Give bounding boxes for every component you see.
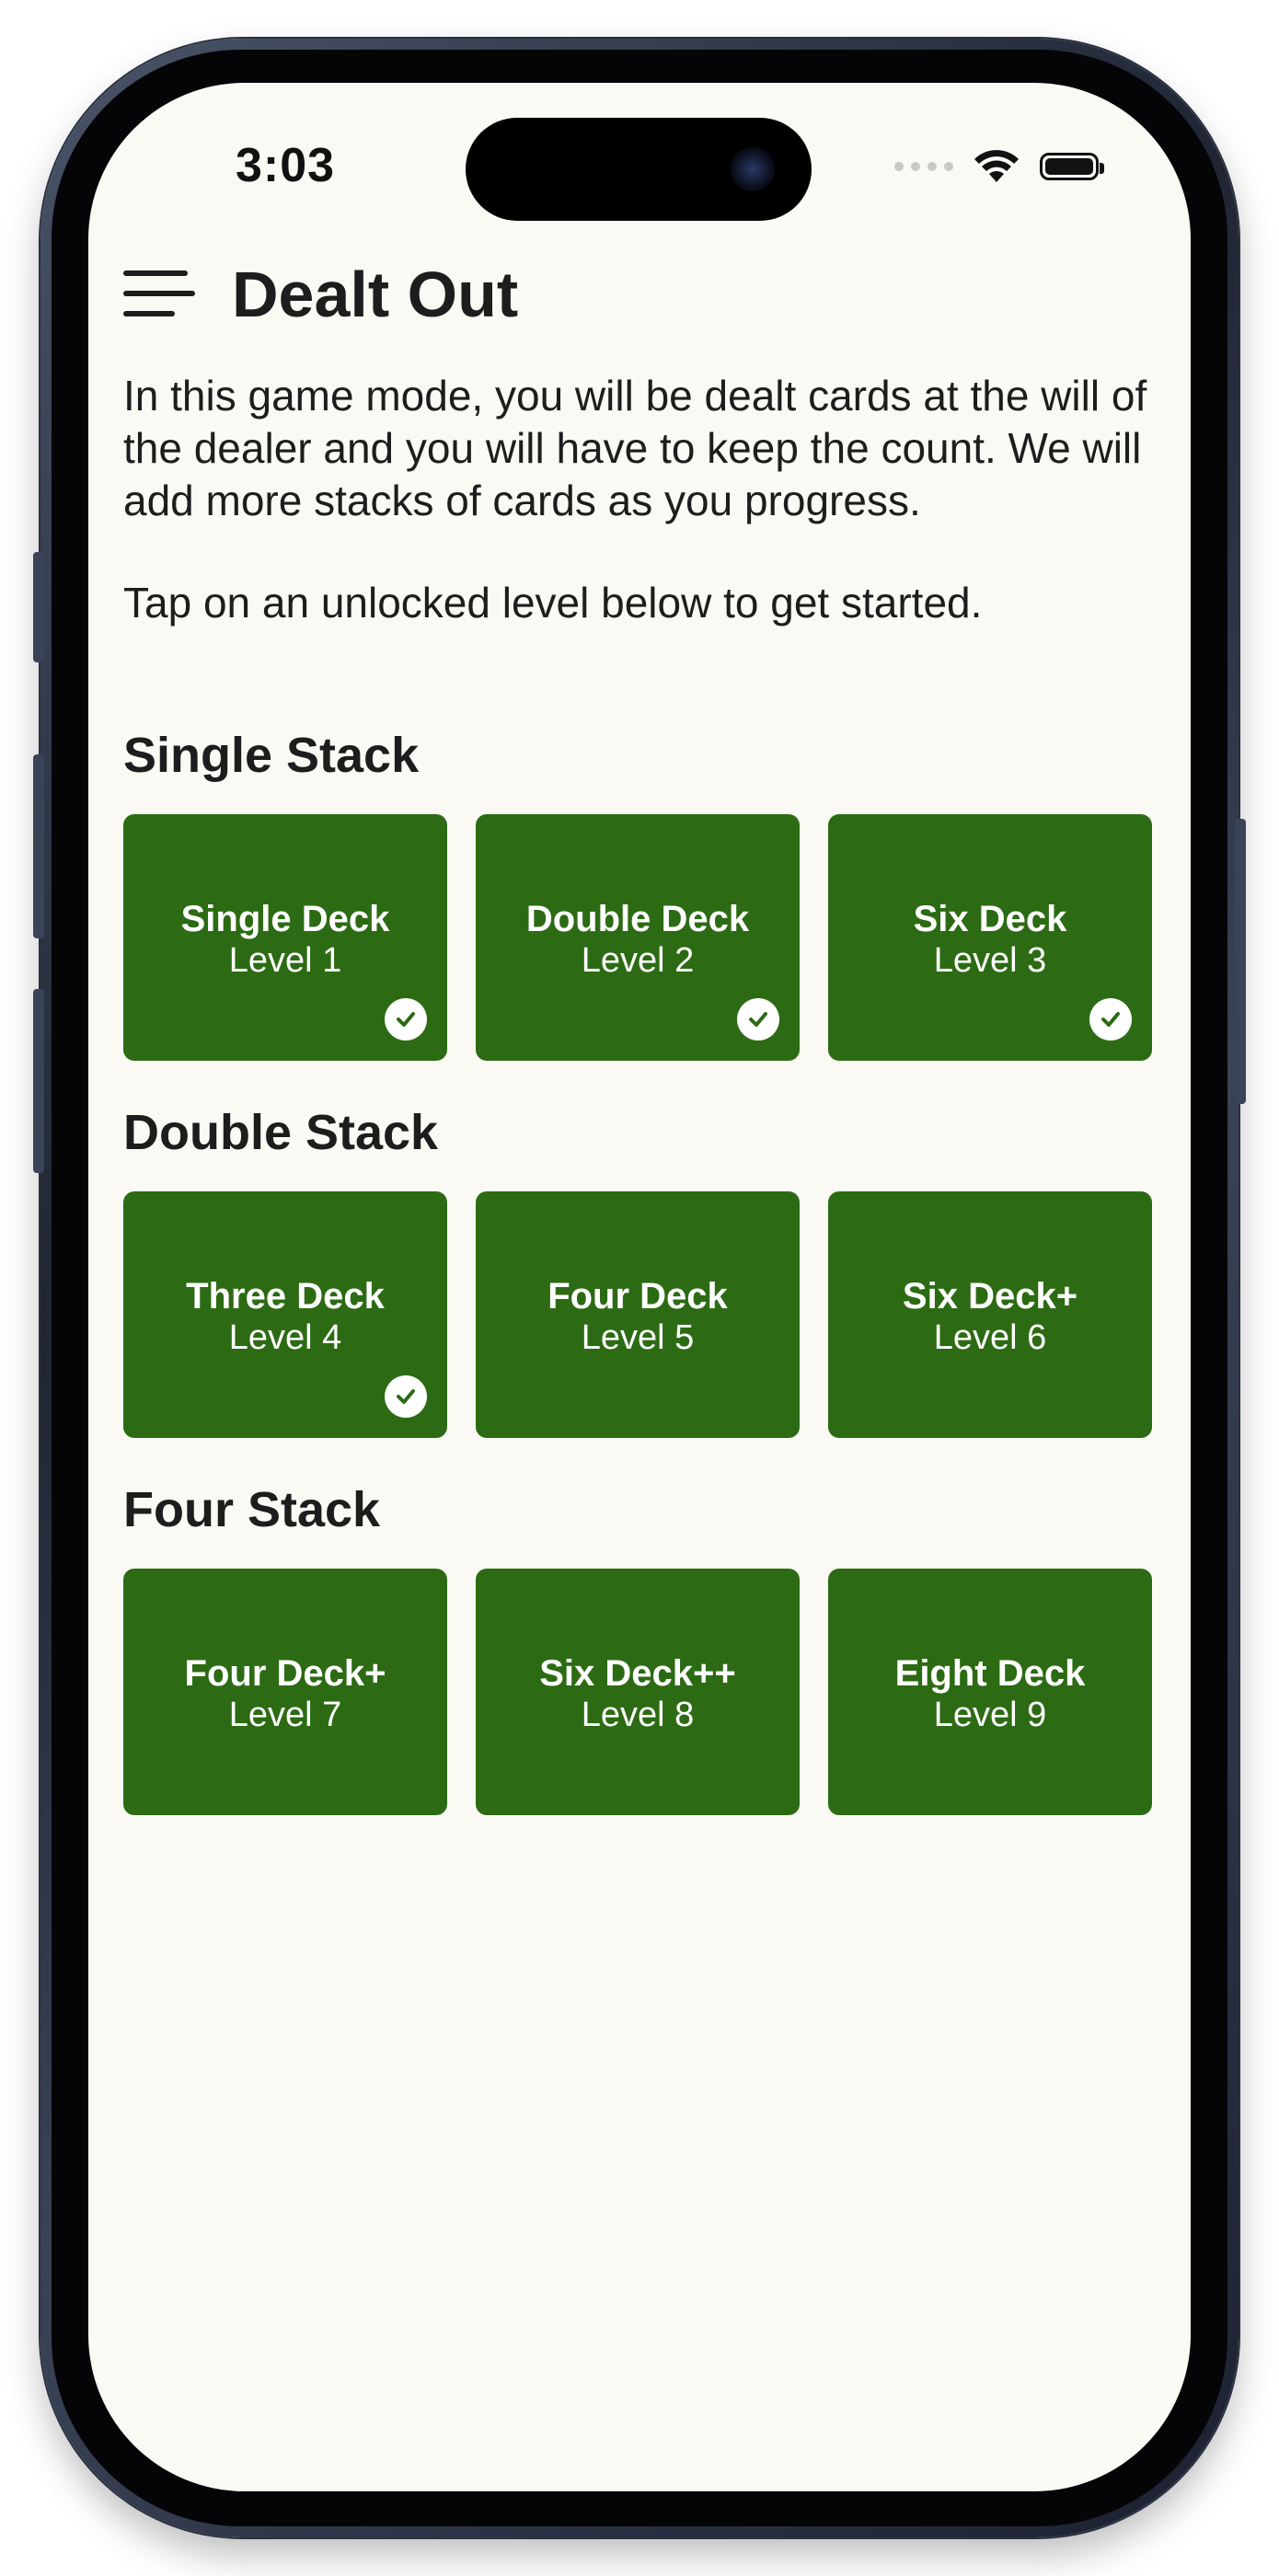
level-name: Eight Deck [894, 1653, 1086, 1694]
level-card-9[interactable]: Eight Deck Level 9 [828, 1569, 1152, 1815]
level-number: Level 6 [933, 1318, 1047, 1357]
camera-lens [731, 147, 775, 191]
level-number: Level 1 [228, 941, 342, 980]
section-title-four-stack: Four Stack [123, 1482, 381, 1537]
screen: 3:03 Dealt Out In this game mode, you wi… [88, 83, 1191, 2491]
section-title-double-stack: Double Stack [123, 1105, 439, 1160]
side-button [1235, 819, 1246, 1104]
page-title: Dealt Out [232, 259, 519, 330]
level-card-6[interactable]: Six Deck+ Level 6 [828, 1191, 1152, 1438]
level-grid-single-stack: Single Deck Level 1 Double Deck Level 2 … [123, 814, 1152, 1061]
intro-paragraph: In this game mode, you will be dealt car… [123, 372, 1147, 524]
volume-up-button [33, 754, 44, 938]
section-title-single-stack: Single Stack [123, 728, 420, 783]
level-card-7[interactable]: Four Deck+ Level 7 [123, 1569, 447, 1815]
wifi-icon [974, 150, 1019, 182]
level-name: Six Deck+ [902, 1276, 1078, 1317]
checkmark-circle-icon [737, 998, 779, 1041]
level-card-1[interactable]: Single Deck Level 1 [123, 814, 447, 1061]
level-number: Level 3 [933, 941, 1047, 980]
level-card-2[interactable]: Double Deck Level 2 [476, 814, 800, 1061]
level-name: Six Deck [913, 899, 1067, 939]
level-card-4[interactable]: Three Deck Level 4 [123, 1191, 447, 1438]
level-number: Level 5 [581, 1318, 695, 1357]
level-number: Level 2 [581, 941, 695, 980]
intro-text: In this game mode, you will be dealt car… [123, 370, 1154, 629]
level-name: Four Deck+ [184, 1653, 386, 1694]
intro-instruction: Tap on an unlocked level below to get st… [123, 579, 983, 627]
level-name: Six Deck++ [539, 1653, 736, 1694]
level-name: Single Deck [180, 899, 390, 939]
checkmark-circle-icon [1089, 998, 1132, 1041]
level-name: Three Deck [186, 1276, 385, 1317]
dynamic-island [466, 118, 812, 221]
level-number: Level 8 [581, 1696, 695, 1734]
checkmark-circle-icon [385, 1375, 427, 1418]
level-card-3[interactable]: Six Deck Level 3 [828, 814, 1152, 1061]
level-number: Level 7 [228, 1696, 342, 1734]
cellular-signal-icon [894, 162, 953, 171]
level-number: Level 4 [228, 1318, 342, 1357]
level-grid-double-stack: Three Deck Level 4 Four Deck Level 5 Six… [123, 1191, 1152, 1438]
level-name: Four Deck [547, 1276, 728, 1317]
checkmark-circle-icon [385, 998, 427, 1041]
volume-down-button [33, 989, 44, 1173]
level-card-5[interactable]: Four Deck Level 5 [476, 1191, 800, 1438]
battery-icon [1040, 153, 1104, 180]
status-time: 3:03 [236, 139, 336, 192]
action-button [33, 552, 44, 662]
header: Dealt Out [123, 258, 518, 331]
menu-icon[interactable] [123, 269, 195, 320]
level-name: Double Deck [525, 899, 750, 939]
level-grid-four-stack: Four Deck+ Level 7 Six Deck++ Level 8 Ei… [123, 1569, 1152, 1815]
level-number: Level 9 [933, 1696, 1047, 1734]
level-card-8[interactable]: Six Deck++ Level 8 [476, 1569, 800, 1815]
status-icons [894, 149, 1104, 184]
